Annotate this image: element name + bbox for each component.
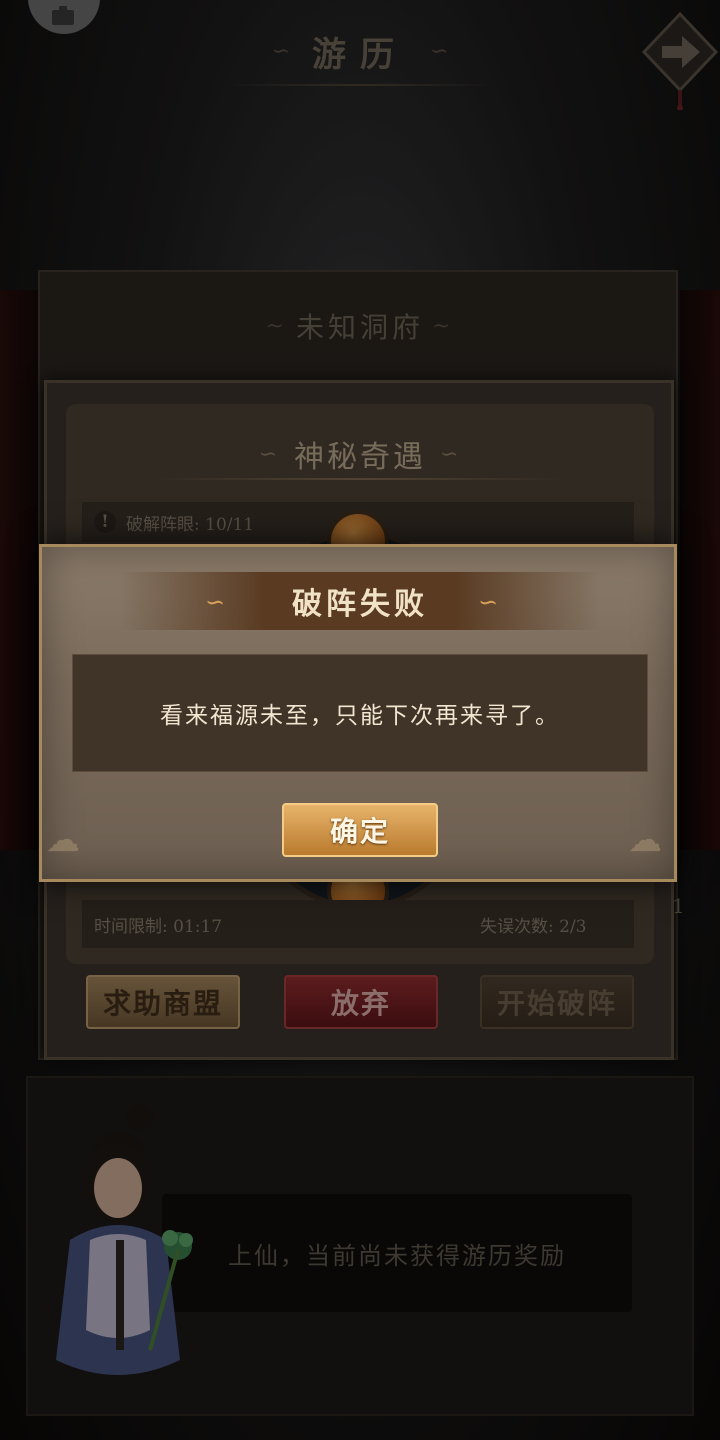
title-swirl-right-icon: ∽: [478, 588, 499, 616]
dialog-message: 看来福源未至，只能下次再来寻了。: [72, 654, 648, 772]
cloud-ornament-right-icon: ☁: [628, 820, 662, 860]
cloud-ornament-left-icon: ☁: [46, 820, 80, 860]
confirm-button[interactable]: 确定: [282, 803, 438, 857]
dialog-title: 破阵失败: [292, 587, 428, 622]
